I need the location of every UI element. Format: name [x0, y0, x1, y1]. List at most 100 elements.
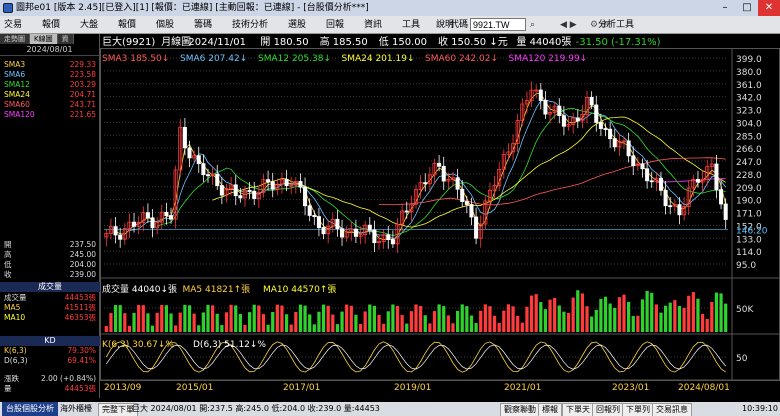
status-info: 巨大 2024/08/01 開:237.5 高:245.0 低:204.0 收:… — [132, 404, 380, 413]
candle-body — [668, 205, 673, 208]
chart-header: 巨大(9921) 月線圖2024/11/01 開 180.50 高 185.50 低 1… — [102, 35, 661, 48]
search-icon[interactable]: ⌕ — [530, 16, 535, 34]
menu-item-report[interactable]: 回報 — [326, 16, 344, 34]
maximize-button[interactable]: □ — [736, 0, 758, 16]
volume-bar — [405, 323, 409, 332]
sidebar-date: 2024/08/01 — [0, 44, 99, 56]
close-button[interactable]: ✕ — [758, 0, 780, 16]
menu-item-chips[interactable]: 籌碼 — [194, 16, 212, 34]
report-list-button[interactable]: 回報列 — [592, 403, 624, 416]
tab-kline[interactable]: K線圖 — [30, 34, 58, 44]
volume-bar — [192, 313, 196, 332]
candle-body — [340, 228, 345, 238]
menu-item-screener[interactable]: 選股 — [288, 16, 306, 34]
menu-item-tools[interactable]: 工具 — [402, 16, 420, 34]
nav-arrows-icon[interactable]: ◀ ▶ — [560, 16, 577, 34]
volume-bar — [557, 305, 561, 332]
candle-body — [640, 163, 645, 170]
volume-bar — [345, 304, 349, 332]
volume-bar — [645, 290, 649, 332]
volume-row: 成交量 44453張 — [4, 293, 96, 303]
candle-body — [182, 126, 187, 149]
volume-bar — [118, 305, 122, 332]
header-date: 2024/11/01 — [188, 37, 246, 48]
minimize-button[interactable]: – — [714, 0, 736, 16]
volume-bar — [280, 305, 284, 332]
candle-body — [307, 205, 312, 216]
volume-bar — [465, 306, 469, 332]
volume-bar — [178, 312, 182, 332]
volume-bar — [603, 296, 608, 332]
volume-bar — [432, 311, 437, 332]
volume-legend-item: 成交量 44040↓張 — [102, 283, 177, 295]
menu-item-trade[interactable]: 交易 — [4, 16, 22, 34]
high-value: 245.00 — [69, 250, 96, 259]
volume-bar — [608, 303, 612, 332]
volume-bar — [636, 315, 640, 332]
volume-bar — [594, 309, 598, 332]
sidebar-tabs: 走勢圖 K線圖 資 — [0, 34, 99, 44]
price-tick-label: 209.0 — [736, 184, 762, 194]
header-change: -31.50 (-17.31%) — [576, 37, 661, 48]
trade-msg-button[interactable]: 交易訊息 — [652, 403, 692, 416]
candle-body — [543, 100, 548, 115]
menu-item-info[interactable]: 資訊 — [364, 16, 382, 34]
kline-chart[interactable]: 399.0 380.0 361.0 342.0 323.0 304.0 285.0 266.0… — [100, 34, 780, 398]
volume-bar — [474, 323, 478, 332]
candle-body — [219, 185, 224, 196]
candle-body — [113, 226, 118, 236]
menu-item-tech-analysis[interactable]: 技術分析 — [232, 16, 268, 34]
candle-body — [464, 201, 469, 205]
menu-item-quote[interactable]: 報價 — [42, 16, 60, 34]
volume-bar — [234, 305, 238, 332]
sma24-row: SMA24 204.71 — [4, 90, 96, 100]
volume-bar — [419, 305, 423, 332]
tab-tick-chart[interactable]: 走勢圖 — [0, 34, 30, 44]
menu-item-stock[interactable]: 個股 — [156, 16, 174, 34]
volume-bar — [562, 311, 566, 332]
quote-button[interactable]: 標報 — [538, 403, 562, 416]
order-day-button[interactable]: 下單天 — [562, 403, 594, 416]
volume-bar — [294, 311, 298, 332]
candle-body — [118, 234, 123, 240]
volume-legend-item: MA10 44570↑張 — [263, 284, 336, 295]
volume-bar — [705, 318, 709, 332]
candle-body — [714, 163, 719, 191]
x-axis-label: 2013/09 — [104, 383, 142, 393]
volume-bar — [400, 315, 404, 332]
volume-bar — [224, 312, 229, 332]
volume-bar — [340, 311, 344, 332]
status-tab-analysis[interactable]: 台股個股分析 — [2, 402, 58, 416]
volume-bar — [710, 302, 714, 332]
volume-bar — [585, 306, 589, 332]
sma120-row: SMA120 221.65 — [4, 110, 96, 120]
volume-bar — [113, 305, 118, 332]
close-row: 收 239.00 — [4, 270, 96, 280]
volume-bar — [201, 312, 205, 332]
volume-bar — [423, 315, 427, 332]
observe-link-button[interactable]: 觀察聯動 — [500, 403, 540, 416]
volume-bar — [229, 304, 233, 332]
tab-data[interactable]: 資 — [57, 34, 74, 44]
volume-bar — [663, 305, 668, 332]
analysis-tool-menu[interactable]: 分析工具 — [598, 16, 634, 34]
order-list-button[interactable]: 下單列 — [622, 403, 654, 416]
k-label: K(6,3) — [4, 346, 27, 355]
volume-bar — [627, 301, 631, 332]
menu-item-market[interactable]: 大盤 — [80, 16, 98, 34]
candle-body — [474, 216, 479, 239]
candle-body — [423, 182, 428, 185]
change-row: 漲跌 2.00 (+0.84%) — [4, 374, 96, 384]
volume-bar — [349, 305, 353, 332]
menu-item-quote2[interactable]: 報價 — [118, 16, 136, 34]
candle-body — [626, 140, 631, 157]
status-bar: 台股個股分析 海外櫃檯 完整下單 巨大 2024/08/01 開:237.5 高… — [0, 402, 780, 416]
price-tick-label: 133.0 — [736, 235, 762, 245]
volume-legend-item: MA5 41821↑張 — [183, 284, 251, 295]
candle-body — [390, 239, 395, 245]
volume-bar — [127, 325, 132, 332]
status-tab-overseas[interactable]: 海外櫃檯 — [60, 402, 92, 416]
volume-bar — [312, 324, 316, 332]
volume-bar — [640, 299, 645, 332]
stock-code-input[interactable] — [470, 18, 526, 31]
